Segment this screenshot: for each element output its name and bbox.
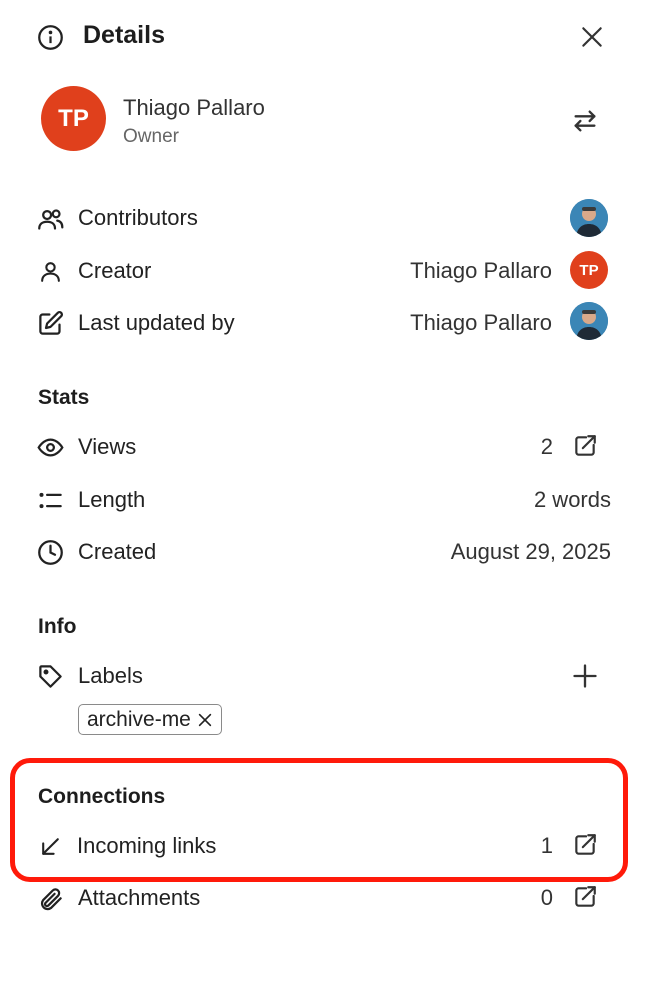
remove-label-icon[interactable] [197,712,213,728]
creator-label: Creator [78,258,152,283]
owner-initials: TP [58,104,89,132]
updated-name: Thiago Pallaro [410,310,552,335]
info-icon [37,24,64,51]
created-value: August 29, 2025 [450,539,611,564]
incoming-links-label[interactable]: Incoming links [77,833,216,859]
created-label: Created [78,539,157,564]
external-link-icon[interactable] [572,832,598,858]
contributors-label: Contributors [78,205,198,230]
creator-avatar: TP [570,251,608,289]
external-link-icon[interactable] [572,884,598,910]
creator-name: Thiago Pallaro [410,258,552,283]
views-label: Views [78,434,137,459]
updated-avatar [570,302,608,340]
connections-highlight [10,758,628,882]
eye-icon [37,434,64,461]
external-link-icon[interactable] [572,433,598,459]
attachments-value: 0 [540,885,553,910]
tag-icon [37,663,64,690]
list-icon [37,487,64,514]
users-icon [37,206,64,233]
user-icon [38,258,63,285]
owner-name: Thiago Pallaro [123,95,265,120]
owner-avatar: TP [41,86,106,151]
clock-icon [37,539,64,566]
panel-title: Details [83,21,165,49]
close-icon[interactable] [579,24,605,50]
attachments-label[interactable]: Attachments [78,885,200,911]
length-value: 2 words [533,487,611,512]
label-chip-text: archive-me [87,707,191,731]
labels-label: Labels [78,663,143,688]
info-heading: Info [38,615,77,638]
length-label: Length [78,487,146,512]
plus-icon[interactable] [571,662,599,690]
arrow-down-left-icon [38,834,63,859]
swap-icon[interactable] [571,107,599,135]
creator-initials: TP [579,261,599,279]
label-chip[interactable]: archive-me [78,704,222,735]
connections-heading: Connections [38,785,166,808]
incoming-links-value: 1 [540,833,553,858]
contributor-avatar [570,199,608,237]
views-value: 2 [540,434,553,459]
stats-heading: Stats [38,386,90,409]
owner-role: Owner [123,126,179,147]
updated-label: Last updated by [78,310,235,335]
paperclip-icon [37,886,64,913]
edit-icon [37,310,64,337]
